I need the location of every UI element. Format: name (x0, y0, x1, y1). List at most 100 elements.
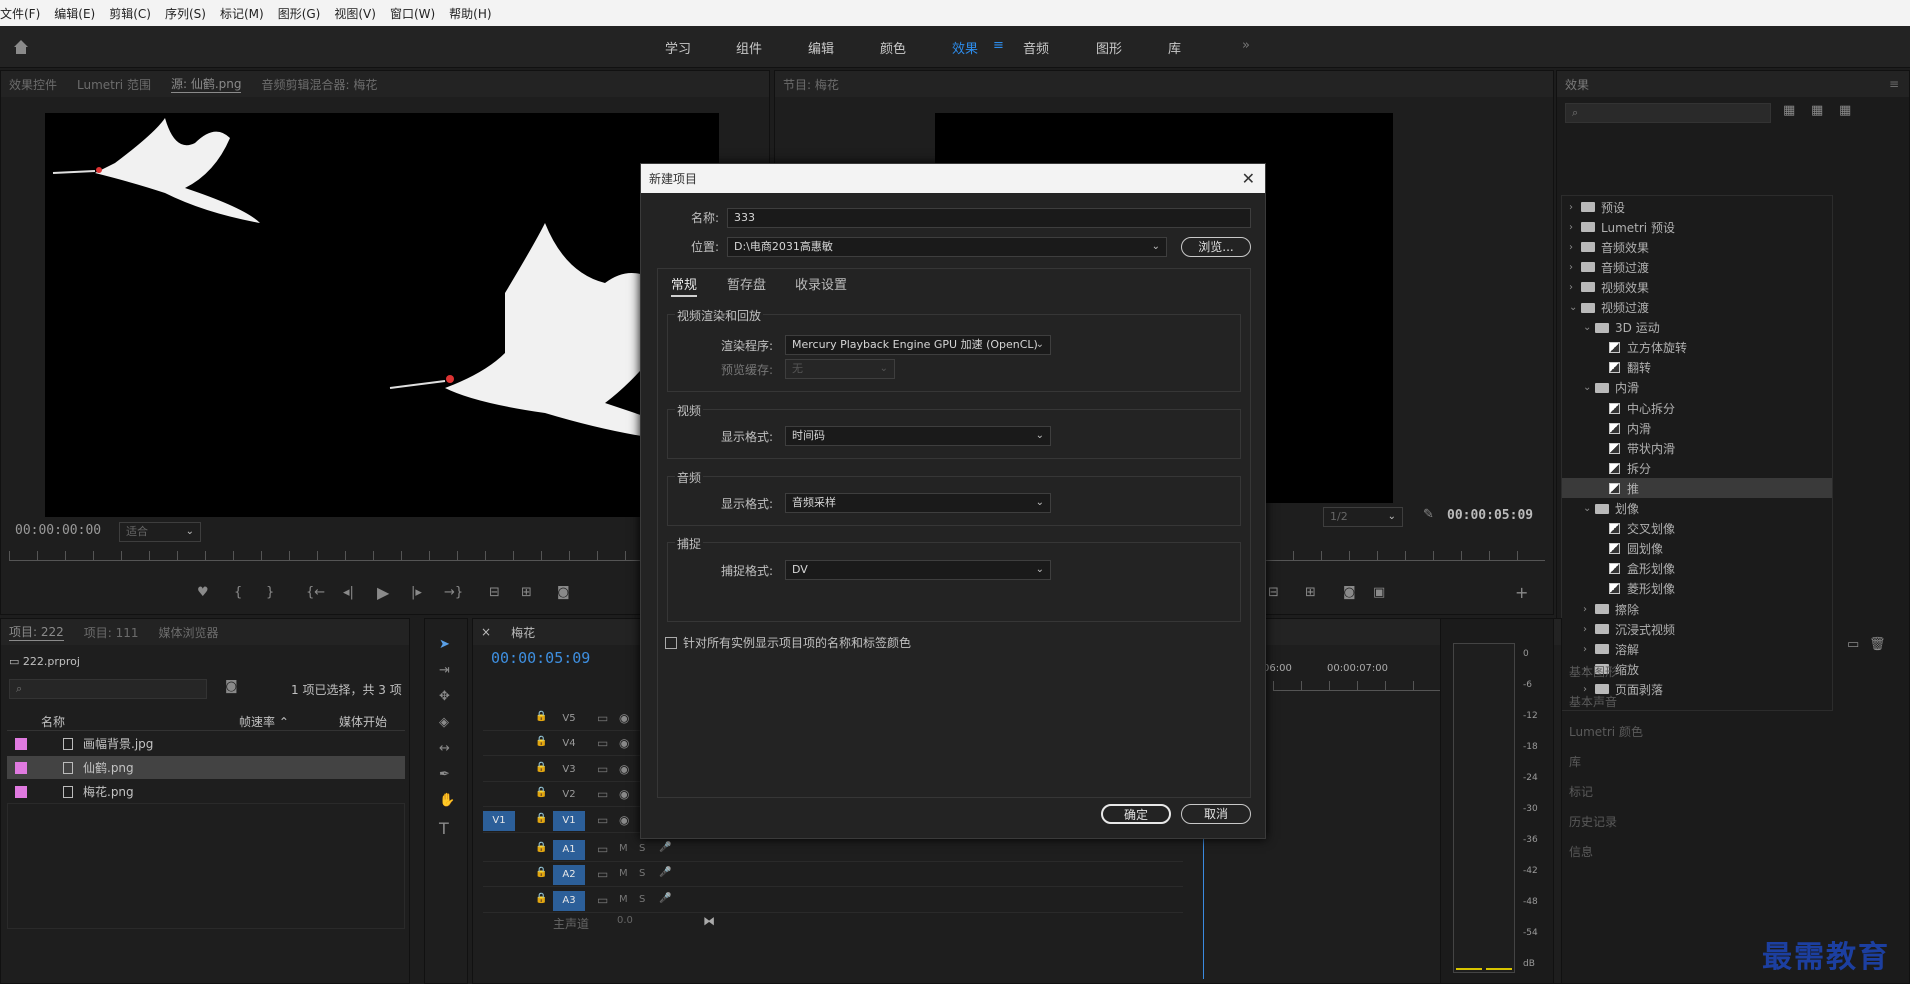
project-item-2[interactable]: 梅花.png (7, 780, 405, 803)
mute-button[interactable]: M (619, 894, 628, 905)
add-marker-icon[interactable]: ♥ (197, 585, 209, 600)
home-icon[interactable] (12, 38, 30, 56)
tab-sequence[interactable]: 梅花 (511, 624, 535, 641)
overflow-icon[interactable]: » (1242, 38, 1250, 53)
menu-sequence[interactable]: 序列(S) (165, 5, 206, 22)
find-icon[interactable]: ◙ (225, 679, 238, 694)
track-select-tool-icon[interactable]: ⇥ (439, 663, 450, 678)
timeline-timecode[interactable]: 00:00:05:09 (491, 649, 590, 667)
razor-tool-icon[interactable]: ◈ (439, 715, 449, 730)
compare-icon[interactable]: ▣ (1373, 585, 1385, 600)
step-forward-icon[interactable]: |▸ (411, 585, 422, 600)
master-volume-value[interactable]: 0.0 (617, 915, 633, 926)
yuv-effects-icon[interactable]: ▦ (1839, 103, 1851, 118)
project-list-area[interactable] (7, 803, 405, 929)
panel-essential-graphics[interactable]: 基本图形 (1569, 663, 1617, 680)
tab-ingest-settings[interactable]: 收录设置 (795, 274, 847, 293)
menu-graphics[interactable]: 图形(G) (278, 5, 321, 22)
mark-out-icon[interactable]: } (266, 585, 274, 600)
label-color-swatch[interactable] (15, 785, 27, 798)
workspace-menu-icon[interactable]: ≡ (993, 38, 1004, 53)
sync-lock-icon[interactable]: ▭ (597, 842, 608, 856)
mark-in-icon[interactable]: { (234, 585, 242, 600)
solo-button[interactable]: S (639, 843, 645, 854)
menu-clip[interactable]: 剪辑(C) (109, 5, 151, 22)
master-track-row[interactable]: 主声道 0.0 ⧓ (483, 911, 1183, 935)
source-fit-select[interactable]: 适合 ⌄ (119, 522, 201, 542)
lock-icon[interactable]: 🔒 (535, 893, 547, 904)
panel-history[interactable]: 历史记录 (1569, 813, 1617, 830)
lift-icon[interactable]: ⊟ (1268, 585, 1279, 600)
show-labels-checkbox-row[interactable]: 针对所有实例显示项目项的名称和标签颜色 (665, 634, 911, 651)
type-tool-icon[interactable]: T (439, 819, 449, 838)
program-zoom-select[interactable]: 1/2 ⌄ (1323, 507, 1403, 527)
panel-menu-icon[interactable]: ≡ (1889, 77, 1899, 91)
video-format-select[interactable]: 时间码 ⌄ (785, 426, 1051, 446)
eye-icon[interactable]: ◉ (619, 762, 629, 776)
panel-markers[interactable]: 标记 (1569, 783, 1593, 800)
mute-button[interactable]: M (619, 868, 628, 879)
microphone-icon[interactable]: 🎤 (659, 842, 671, 853)
track-target-v3[interactable]: V3 (553, 760, 585, 780)
label-color-swatch[interactable] (15, 737, 27, 750)
overwrite-icon[interactable]: ⊞ (521, 585, 532, 600)
delete-icon[interactable]: 🗑 (1869, 637, 1886, 652)
panel-libraries[interactable]: 库 (1569, 753, 1581, 770)
step-back-icon[interactable]: ◂| (343, 585, 354, 600)
mute-button[interactable]: M (619, 843, 628, 854)
ripple-edit-tool-icon[interactable]: ✥ (439, 689, 450, 704)
track-target-v5[interactable]: V5 (553, 709, 585, 729)
show-labels-checkbox[interactable] (665, 636, 677, 649)
track-target-a3[interactable]: A3 (553, 890, 585, 911)
pen-tool-icon[interactable]: ✒ (439, 767, 450, 782)
capture-format-select[interactable]: DV ⌄ (785, 560, 1051, 580)
track-target-a2[interactable]: A2 (553, 865, 585, 886)
panel-info[interactable]: 信息 (1569, 843, 1593, 860)
hand-tool-icon[interactable]: ✋ (439, 793, 455, 808)
program-timecode[interactable]: 00:00:05:09 (1447, 508, 1533, 523)
location-select[interactable]: D:\电商2031高惠敏 ⌄ (727, 237, 1167, 257)
tab-lumetri-scopes[interactable]: Lumetri 范围 (77, 76, 151, 93)
timeline-close-icon[interactable]: × (481, 625, 491, 639)
workspace-tab-audio[interactable]: 音频 (1023, 38, 1049, 57)
tab-general[interactable]: 常规 (671, 274, 698, 297)
lock-icon[interactable]: 🔒 (535, 842, 547, 853)
microphone-icon[interactable]: 🎤 (659, 867, 671, 878)
source-patch-v1[interactable]: V1 (483, 810, 515, 831)
project-name-input[interactable]: 333 (727, 208, 1251, 228)
tab-source[interactable]: 源: 仙鹤.png (170, 75, 242, 93)
go-to-out-icon[interactable]: →} (444, 585, 463, 600)
wrench-icon[interactable]: ✎ (1423, 507, 1434, 522)
workspace-tab-assembly[interactable]: 组件 (736, 38, 762, 57)
add-button-icon[interactable]: + (1515, 583, 1528, 602)
tab-program[interactable]: 节目: 梅花 (783, 76, 839, 93)
menu-view[interactable]: 视图(V) (334, 5, 376, 22)
source-timecode[interactable]: 00:00:00:00 (15, 523, 101, 538)
menu-edit[interactable]: 编辑(E) (54, 5, 95, 22)
program-time-ruler[interactable] (1265, 551, 1545, 561)
project-search-input[interactable]: ⌕ (9, 679, 207, 699)
track-target-v1[interactable]: V1 (553, 810, 585, 831)
lock-icon[interactable]: 🔒 (535, 813, 547, 824)
export-frame-icon[interactable]: ◙ (557, 585, 570, 600)
workspace-tab-editing[interactable]: 编辑 (808, 38, 834, 57)
solo-button[interactable]: S (639, 894, 645, 905)
workspace-tab-color[interactable]: 颜色 (880, 38, 906, 57)
tab-project-111[interactable]: 项目: 111 (84, 624, 139, 641)
project-item-0[interactable]: 画幅背景.jpg (7, 732, 405, 755)
menu-window[interactable]: 窗口(W) (390, 5, 435, 22)
browse-button[interactable]: 浏览... (1181, 237, 1251, 257)
track-target-v2[interactable]: V2 (553, 785, 585, 805)
workspace-tab-effects[interactable]: 效果 (952, 38, 978, 57)
menu-marker[interactable]: 标记(M) (220, 5, 264, 22)
sync-lock-icon[interactable]: ▭ (597, 762, 608, 776)
sync-lock-icon[interactable]: ▭ (597, 787, 608, 801)
selection-tool-icon[interactable]: ➤ (439, 637, 450, 652)
column-media-start[interactable]: 媒体开始 (339, 713, 387, 730)
go-to-in-icon[interactable]: {← (306, 585, 325, 600)
insert-icon[interactable]: ⊟ (489, 585, 500, 600)
source-video-frame[interactable] (45, 113, 719, 517)
tab-project-222[interactable]: 项目: 222 (9, 623, 64, 641)
master-expand-icon[interactable]: ⧓ (703, 914, 715, 928)
audio-format-select[interactable]: 音频采样 ⌄ (785, 493, 1051, 513)
